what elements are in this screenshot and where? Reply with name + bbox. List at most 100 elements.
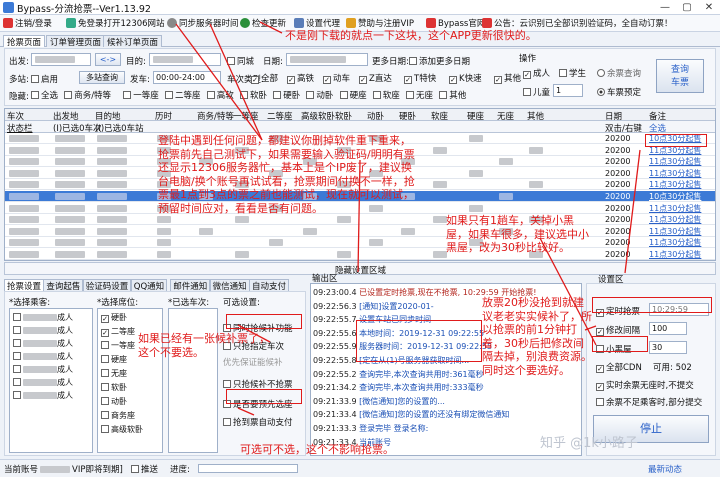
settings-tab-3[interactable]: QQ通知 xyxy=(130,279,168,292)
add-date-checkbox[interactable]: 添加更多日期 xyxy=(409,55,470,67)
seat-list[interactable]: ✓ 硬卧 ✓ 二等座一等座硬座无座软卧动卧商务座高级软卧 xyxy=(97,308,163,453)
depart-time-select[interactable]: 00:00-24:00 xyxy=(153,71,221,84)
seat-item[interactable]: ✓ 硬卧 xyxy=(101,312,127,323)
train-book-radio[interactable]: 车票预定 xyxy=(597,86,641,98)
seat-item[interactable]: 一等座 xyxy=(101,340,135,351)
log-line: 09:22:55.2 查询完毕,本次查询共用时:361毫秒 xyxy=(313,369,484,380)
hide-type-9[interactable]: 软座 xyxy=(372,89,400,101)
row-note-link[interactable]: 11点30分起售 xyxy=(649,179,701,190)
hide-type-5[interactable]: 软卧 xyxy=(240,89,267,101)
push-label[interactable]: 推送 xyxy=(131,463,158,475)
seat-item[interactable]: 商务座 xyxy=(101,410,135,421)
train-type-6[interactable]: ✓ 其他 xyxy=(494,72,521,84)
settings-tab-4[interactable]: 邮件通知 xyxy=(170,279,211,292)
settings-tab-1[interactable]: 查询起售 xyxy=(43,279,84,292)
row-note-link[interactable]: 11点30分起售 xyxy=(649,203,701,214)
maximize-button[interactable]: ▢ xyxy=(676,0,698,15)
passenger-item[interactable]: 成人 xyxy=(13,338,73,349)
seat-item[interactable]: 软卧 xyxy=(101,382,127,393)
child-count-input[interactable]: 1 xyxy=(553,84,583,97)
swap-button[interactable]: <-> xyxy=(95,53,121,66)
student-checkbox[interactable]: 学生 xyxy=(559,67,586,79)
hide-type-7[interactable]: 动卧 xyxy=(306,89,333,101)
passenger-item[interactable]: 成人 xyxy=(13,312,73,323)
redacted-cell xyxy=(9,169,39,177)
menu-sponsor[interactable]: 赞助与注册VIP xyxy=(346,17,414,29)
hide-type-11[interactable]: 其他 xyxy=(439,89,466,101)
interval-checkbox[interactable]: ✓ 修改间隔 xyxy=(596,324,640,336)
table-row[interactable]: 20200 11点30分起售 xyxy=(5,226,715,237)
table-row[interactable]: 20200 11点30分起售 xyxy=(5,237,715,249)
tab-orders[interactable]: 订单管理页面 xyxy=(46,35,106,48)
settings-tab-2[interactable]: 验证码设置 xyxy=(82,279,132,292)
multistation-button[interactable]: 多站查询 xyxy=(79,71,125,84)
hide-type-6[interactable]: 硬卧 xyxy=(273,89,300,101)
adult-checkbox[interactable]: ✓ 成人 xyxy=(523,67,550,79)
realtime-checkbox[interactable]: ✓ 实时余票无座时,不提交 xyxy=(596,379,694,391)
annotation-box-waitlist xyxy=(226,314,302,329)
train-type-4[interactable]: ✓ T特快 xyxy=(404,72,436,84)
small-black-input[interactable]: 30 xyxy=(649,341,687,354)
from-input[interactable] xyxy=(31,53,91,66)
passenger-item[interactable]: 成人 xyxy=(13,390,73,401)
menu-proxy[interactable]: 设置代理 xyxy=(294,17,340,29)
row-note-link[interactable]: 11点30分起售 xyxy=(649,214,701,225)
passenger-item[interactable]: 成人 xyxy=(13,351,73,362)
minimize-button[interactable]: — xyxy=(654,0,676,15)
passenger-item[interactable]: 成人 xyxy=(13,325,73,336)
hide-type-3[interactable]: 二等座 xyxy=(165,89,201,101)
row-note-link[interactable]: 10点30分起售 xyxy=(649,191,701,202)
row-note-link[interactable]: 11点30分起售 xyxy=(649,168,701,179)
train-type-5[interactable]: ✓ K快速 xyxy=(449,72,482,84)
enable-multistation-checkbox[interactable]: 启用 xyxy=(31,73,58,85)
optional-item-5[interactable]: 抢到票自动支付 xyxy=(223,416,293,428)
menu-sync-time[interactable]: 同步服务器时间 xyxy=(167,17,239,29)
passenger-item[interactable]: 成人 xyxy=(13,364,73,375)
query-button[interactable]: 查询 车票 xyxy=(656,59,704,93)
hide-type-8[interactable]: 硬座 xyxy=(339,89,367,101)
settings-tab-0[interactable]: 抢票设置 xyxy=(4,279,45,292)
menu-check-update[interactable]: 检查更新 xyxy=(240,17,286,29)
menu-login[interactable]: 注销/登录 xyxy=(3,17,52,29)
row-note-link[interactable]: 11点30分起售 xyxy=(649,249,701,260)
train-type-3[interactable]: ✓ Z直达 xyxy=(359,72,392,84)
passenger-item[interactable]: 成人 xyxy=(13,377,73,388)
seat-item[interactable]: 动卧 xyxy=(101,396,127,407)
row-note-link[interactable]: 11点30分起售 xyxy=(649,226,701,237)
partial-checkbox[interactable]: 余票不足乘客时,部分提交 xyxy=(596,396,702,408)
settings-tab-6[interactable]: 自动支付 xyxy=(249,279,290,292)
menu-notice[interactable]: 公告：云识别已全部识别验证码，全自动订票！ xyxy=(482,17,673,29)
menu-website[interactable]: Bypass官网 xyxy=(426,17,485,29)
date-input[interactable] xyxy=(286,53,368,66)
row-note-link[interactable]: 11点30分起售 xyxy=(649,237,701,248)
hide-type-0[interactable]: 全选 xyxy=(31,89,58,101)
tab-grab[interactable]: 抢票页面 xyxy=(3,35,46,48)
table-row[interactable]: 20200 11点30分起售 xyxy=(5,249,715,260)
passenger-list[interactable]: 成人 成人 成人 成人 成人 成人 成人 xyxy=(9,308,93,453)
settings-tab-5[interactable]: 微信通知 xyxy=(209,279,250,292)
train-list[interactable] xyxy=(168,308,218,453)
seat-item[interactable]: 硬座 xyxy=(101,354,127,365)
interval-input[interactable]: 100 xyxy=(649,322,687,335)
same-city-checkbox[interactable]: 同城 xyxy=(227,55,254,67)
remaining-ticket-radio[interactable]: 余票查询 xyxy=(597,67,641,79)
row-note-link[interactable]: 11点30分起售 xyxy=(649,156,701,167)
hide-type-10[interactable]: 无座 xyxy=(406,89,433,101)
child-checkbox[interactable]: 儿童 xyxy=(523,86,550,98)
hide-type-2[interactable]: 一等座 xyxy=(123,89,159,101)
seat-item[interactable]: ✓ 二等座 xyxy=(101,326,135,337)
hide-type-4[interactable]: 高软 xyxy=(206,89,234,101)
hide-type-1[interactable]: 商务/特等 xyxy=(64,89,111,101)
seat-item[interactable]: 无座 xyxy=(101,368,127,379)
menu-open-12306[interactable]: 免登录打开12306网站 xyxy=(66,17,165,29)
to-input[interactable] xyxy=(149,53,221,66)
seat-item[interactable]: 高级软卧 xyxy=(101,424,143,435)
tab-waitlist[interactable]: 候补订单页面 xyxy=(103,35,163,48)
cdn-checkbox[interactable]: ✓ 全部CDN xyxy=(596,361,642,373)
train-type-1[interactable]: ✓ 高铁 xyxy=(287,72,314,84)
train-type-0[interactable]: ✓ 全部 xyxy=(251,72,278,84)
close-button[interactable]: ✕ xyxy=(698,0,720,15)
train-type-2[interactable]: ✓ 动车 xyxy=(323,72,350,84)
latest-news-link[interactable]: 最新动态 xyxy=(648,463,682,475)
table-row[interactable]: 20200 11点30分起售 xyxy=(5,214,715,226)
